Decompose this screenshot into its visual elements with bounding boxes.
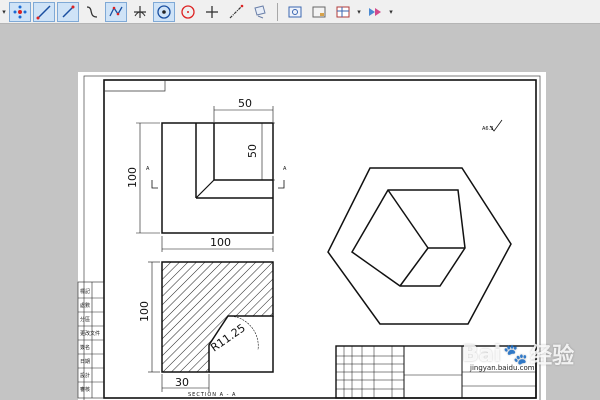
trim-icon[interactable]: [129, 2, 151, 22]
toolbar: ▾ ▾ ▾: [0, 0, 600, 24]
toolbar-view-group: ▾ ▾: [283, 0, 395, 24]
side-label-3: 分區: [80, 316, 90, 323]
circle-center-icon[interactable]: [153, 1, 175, 22]
sheet-icon[interactable]: [308, 2, 330, 22]
toolbar-sketch-group: ▾: [0, 0, 272, 24]
section-label: SECTION A - A: [188, 392, 236, 398]
side-label-1: 標記: [80, 288, 90, 295]
section-marker-right: A: [283, 166, 287, 172]
spline-icon[interactable]: [81, 2, 103, 22]
dim-section-offset: 30: [175, 376, 189, 389]
render-icon[interactable]: [364, 2, 386, 22]
dropdown-arrow[interactable]: ▾: [355, 2, 363, 22]
watermark-sub: jingyan.baidu.com: [470, 364, 535, 372]
dim-top-height: 50: [246, 144, 259, 158]
side-label-2: 處數: [80, 302, 90, 309]
section-marker-left: A: [146, 166, 150, 172]
drop-arrow[interactable]: ▾: [0, 2, 8, 22]
drawing-canvas[interactable]: A A 50 50 100 100 100 30 R11.25 SECTION …: [0, 24, 600, 400]
dim-bottom-width: 100: [210, 236, 231, 249]
watermark-brand2: 经验: [530, 344, 575, 369]
side-label-4: 更改文件: [80, 330, 100, 337]
side-label-6: 日期: [80, 359, 90, 365]
circle-icon[interactable]: [177, 2, 199, 22]
side-label-8: 審核: [80, 386, 90, 393]
line-2-icon[interactable]: [57, 1, 79, 22]
dim-left-height: 100: [126, 167, 139, 188]
paw-icon: 🐾: [503, 342, 529, 366]
toolbar-separator: [277, 2, 278, 21]
line-icon[interactable]: [33, 1, 55, 22]
cross-icon[interactable]: [201, 2, 223, 22]
view-icon[interactable]: [284, 2, 306, 22]
watermark-brand: Bai: [462, 341, 502, 367]
note-icon[interactable]: [249, 2, 271, 22]
side-label-5: 簽名: [80, 344, 90, 351]
table-icon[interactable]: [332, 2, 354, 22]
dim-section-height: 100: [138, 301, 151, 322]
dim-top-width: 50: [238, 97, 252, 110]
dropdown-arrow-2[interactable]: ▾: [387, 2, 395, 22]
centerline-icon[interactable]: [225, 2, 247, 22]
side-label-7: 設計: [80, 372, 90, 379]
polyline-icon[interactable]: [105, 1, 127, 22]
snap-points-icon[interactable]: [9, 1, 31, 22]
roughness-mark: A6.3: [482, 126, 493, 132]
